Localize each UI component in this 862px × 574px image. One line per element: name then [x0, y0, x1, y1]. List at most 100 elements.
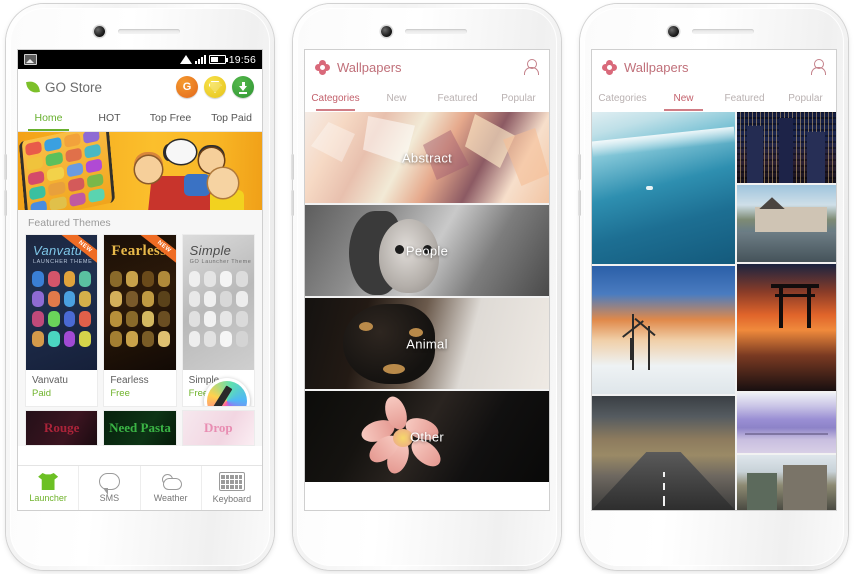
status-bar-left — [24, 54, 180, 65]
flower-icon — [600, 58, 619, 76]
wallpaper-column-left — [592, 112, 735, 510]
tab-new[interactable]: New — [366, 84, 427, 112]
tab-featured[interactable]: Featured — [714, 84, 775, 112]
coins-label: G — [182, 81, 192, 93]
theme-card-fearless[interactable]: Fearless NEW Fearless Free — [103, 234, 177, 407]
theme-name: Need Pasta — [109, 420, 171, 435]
category-label: Other — [409, 429, 444, 444]
banner-characters-art — [112, 132, 262, 210]
wallpaper-torii-gate[interactable] — [737, 264, 836, 392]
tab-hot[interactable]: HOT — [79, 105, 140, 131]
nav-item-weather[interactable]: Weather — [141, 466, 202, 510]
wallpapers-appbar: Wallpapers — [305, 50, 549, 84]
nav-launcher-label: Launcher — [29, 493, 67, 503]
wallpaper-grid — [592, 112, 836, 510]
gem-button[interactable] — [204, 76, 226, 98]
earpiece-speaker — [692, 29, 754, 34]
theme-art-subtitle: LAUNCHER THEME — [33, 259, 93, 265]
downloads-button[interactable] — [232, 76, 254, 98]
theme-card-need-pasta[interactable]: Need Pasta — [103, 410, 177, 446]
wallpaper-mountain-road[interactable] — [592, 396, 735, 510]
tab-popular[interactable]: Popular — [775, 84, 836, 112]
theme-meta: Fearless Free — [104, 370, 175, 406]
themes-row-secondary: Rouge Need Pasta Drop — [18, 407, 262, 446]
tab-categories[interactable]: Categories — [592, 84, 653, 112]
go-store-tabs: Home HOT Top Free Top Paid — [18, 105, 262, 132]
featured-banner[interactable] — [18, 132, 262, 210]
earpiece-speaker — [405, 29, 467, 34]
phone-device-3: Wallpapers Categories New Featured Popul… — [578, 4, 848, 570]
weather-icon — [160, 473, 182, 490]
wallpaper-ocean-wave[interactable] — [592, 112, 735, 264]
flower-icon — [313, 58, 332, 76]
tab-popular-label: Popular — [501, 92, 536, 104]
nav-item-launcher[interactable]: Launcher — [18, 466, 80, 510]
nav-item-sms[interactable]: SMS — [79, 466, 141, 510]
theme-card-vanvatu[interactable]: Vanvatu LAUNCHER THEME NEW Vanvatu Paid — [25, 234, 99, 407]
theme-card-rouge[interactable]: Rouge — [25, 410, 99, 446]
status-bar: 19:56 — [18, 50, 262, 69]
leaf-icon — [26, 80, 41, 94]
tab-new-label: New — [673, 92, 694, 104]
torii-art — [771, 284, 819, 329]
wallpaper-wind-turbines[interactable] — [592, 266, 735, 394]
phone1-screen: 19:56 GO Store G Home HOT Top Free Top P… — [18, 50, 262, 510]
theme-art-subtitle: GO Launcher Theme — [189, 259, 252, 265]
volume-up-button[interactable] — [291, 154, 294, 180]
wallpaper-castle-reflection[interactable] — [737, 185, 836, 263]
theme-name: Drop — [203, 420, 233, 435]
message-icon — [98, 473, 120, 495]
wallpaper-city-skyline[interactable] — [737, 112, 836, 184]
gem-icon — [208, 81, 222, 93]
category-list: Abstract People Animal Other — [305, 112, 549, 482]
phone2-screen: Wallpapers Categories New Featured Popul… — [305, 50, 549, 510]
front-camera-icon — [94, 26, 105, 37]
category-label: Abstract — [401, 150, 453, 165]
tab-top-free-label: Top Free — [149, 112, 192, 124]
person-icon[interactable] — [809, 58, 826, 76]
tab-top-paid[interactable]: Top Paid — [201, 105, 262, 131]
category-item-people[interactable]: People — [305, 205, 549, 296]
tab-featured[interactable]: Featured — [427, 84, 488, 112]
tab-new-label: New — [386, 92, 407, 104]
volume-down-button[interactable] — [4, 190, 7, 216]
theme-price: Paid — [32, 388, 52, 399]
theme-card-simple[interactable]: Simple GO Launcher Theme Simple Free — [181, 234, 255, 407]
featured-themes-heading: Featured Themes — [18, 210, 262, 234]
volume-up-button[interactable] — [4, 154, 7, 180]
theme-thumb: Vanvatu LAUNCHER THEME NEW — [26, 235, 98, 370]
tab-popular[interactable]: Popular — [488, 84, 549, 112]
screenshot-root: 19:56 GO Store G Home HOT Top Free Top P… — [0, 0, 862, 574]
category-label: People — [405, 243, 449, 258]
bottom-navigation: Launcher SMS Weather Keyboard — [18, 465, 262, 510]
wallpaper-purple-bridge[interactable] — [737, 393, 836, 453]
nav-item-keyboard[interactable]: Keyboard — [202, 466, 262, 510]
category-item-abstract[interactable]: Abstract — [305, 112, 549, 203]
person-icon[interactable] — [522, 58, 539, 76]
theme-name: Vanvatu — [32, 375, 68, 386]
theme-price: Free — [110, 388, 130, 399]
go-store-appbar: GO Store G — [18, 69, 262, 105]
theme-art-icons — [188, 271, 248, 347]
volume-up-button[interactable] — [578, 154, 581, 180]
theme-name: Fearless — [110, 375, 149, 386]
theme-art-title: Simple — [189, 243, 232, 258]
volume-down-button[interactable] — [291, 190, 294, 216]
status-bar-clock: 19:56 — [228, 53, 256, 66]
tab-new[interactable]: New — [653, 84, 714, 112]
theme-card-drop[interactable]: Drop — [181, 410, 255, 446]
tab-hot-label: HOT — [98, 112, 121, 124]
coins-button[interactable]: G — [176, 76, 198, 98]
tab-categories[interactable]: Categories — [305, 84, 366, 112]
volume-down-button[interactable] — [578, 190, 581, 216]
category-item-animal[interactable]: Animal — [305, 298, 549, 389]
front-camera-icon — [668, 26, 679, 37]
tab-top-free[interactable]: Top Free — [140, 105, 201, 131]
category-label: Animal — [406, 336, 448, 351]
wallpaper-modern-building[interactable] — [737, 454, 836, 510]
tab-popular-label: Popular — [788, 92, 823, 104]
earpiece-speaker — [118, 29, 180, 34]
tab-home[interactable]: Home — [18, 105, 79, 131]
category-item-other[interactable]: Other — [305, 391, 549, 482]
wallpapers-tabs: Categories New Featured Popular — [305, 84, 549, 112]
